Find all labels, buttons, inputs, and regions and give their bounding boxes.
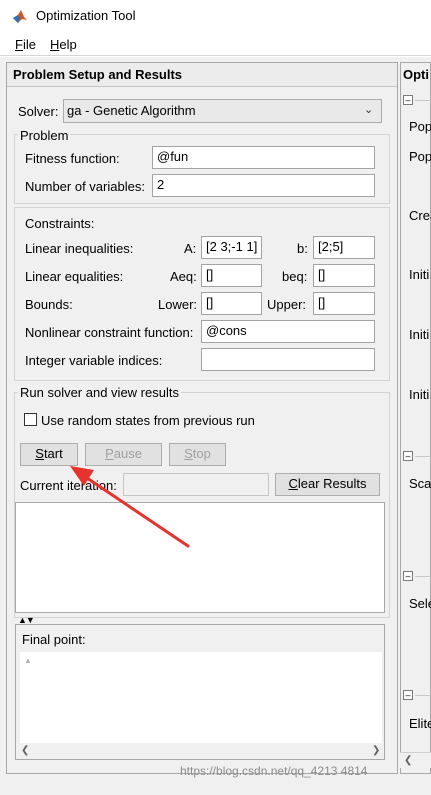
upper-field[interactable]: [] xyxy=(313,292,375,315)
status-output-area[interactable] xyxy=(15,502,385,613)
random-states-label: Use random states from previous run xyxy=(41,413,255,428)
final-point-label: Final point: xyxy=(22,632,86,647)
nvars-label: Number of variables: xyxy=(25,179,145,194)
lower-field[interactable]: [] xyxy=(201,292,262,315)
problem-group-title: Problem xyxy=(18,128,71,143)
collapse-icon[interactable]: – xyxy=(403,690,413,700)
option-label: Initi xyxy=(409,387,430,402)
section-divider xyxy=(415,456,431,457)
nonlinear-constraint-field[interactable]: @cons xyxy=(201,320,375,343)
chevron-down-icon[interactable]: ⌄ xyxy=(364,103,373,116)
final-point-scrollbar[interactable] xyxy=(17,743,383,758)
lower-label: Lower: xyxy=(158,297,198,312)
current-iteration-field xyxy=(123,473,269,496)
option-label: Pop xyxy=(409,149,431,164)
a-field[interactable]: [2 3;-1 1] xyxy=(201,236,262,259)
linear-inequalities-label: Linear inequalities: xyxy=(25,241,134,256)
solver-value: ga - Genetic Algorithm xyxy=(67,103,196,118)
option-label: Initi xyxy=(409,267,430,282)
integer-indices-field[interactable] xyxy=(201,348,375,371)
option-label: Sele xyxy=(409,596,431,611)
menu-file[interactable]: File xyxy=(15,37,36,52)
option-label: Scal xyxy=(409,476,431,491)
integer-indices-label: Integer variable indices: xyxy=(25,353,163,368)
stop-button[interactable]: Stop xyxy=(169,443,226,466)
scroll-left-icon[interactable]: ❮ xyxy=(21,745,29,756)
panel-title: Problem Setup and Results xyxy=(13,67,183,82)
options-panel-title: Opti xyxy=(403,67,429,82)
pause-button[interactable]: Pause xyxy=(85,443,162,466)
run-group-title: Run solver and view results xyxy=(18,385,181,400)
aeq-field[interactable]: [] xyxy=(201,264,262,287)
solver-label: Solver: xyxy=(18,104,59,119)
fitness-label: Fitness function: xyxy=(25,151,120,166)
scroll-right-icon[interactable]: ❯ xyxy=(372,745,380,756)
option-label: Elite xyxy=(409,716,431,731)
nvars-field[interactable]: 2 xyxy=(152,174,375,197)
section-divider xyxy=(415,100,431,101)
section-divider xyxy=(415,576,431,577)
options-panel xyxy=(400,62,431,774)
current-iteration-label: Current iteration: xyxy=(20,478,117,493)
nonlinear-constraint-label: Nonlinear constraint function: xyxy=(25,325,194,340)
sort-up-icon: ▲ xyxy=(24,656,32,665)
b-label: b: xyxy=(297,241,308,256)
option-label: Pop xyxy=(409,119,431,134)
constraints-title: Constraints: xyxy=(25,216,95,231)
a-label: A: xyxy=(184,241,197,256)
scroll-left-icon[interactable]: ❮ xyxy=(404,755,412,766)
upper-label: Upper: xyxy=(267,297,307,312)
option-label: Initi xyxy=(409,327,430,342)
clear-results-button[interactable]: Clear Results xyxy=(275,473,380,496)
collapse-icon[interactable]: – xyxy=(403,571,413,581)
watermark: https://blog.csdn.net/qq_4213 4814 xyxy=(180,764,368,778)
menu-help[interactable]: Help xyxy=(50,37,77,52)
start-button[interactable]: Start xyxy=(20,443,78,466)
b-field[interactable]: [2;5] xyxy=(313,236,375,259)
linear-equalities-label: Linear equalities: xyxy=(25,269,124,284)
final-point-table[interactable] xyxy=(20,652,382,744)
aeq-label: Aeq: xyxy=(170,269,197,284)
window-title: Optimization Tool xyxy=(36,8,136,23)
beq-field[interactable]: [] xyxy=(313,264,375,287)
option-label: Crea xyxy=(409,208,431,223)
random-states-checkbox[interactable] xyxy=(24,413,37,426)
matlab-icon xyxy=(13,10,27,23)
bounds-label: Bounds: xyxy=(25,297,73,312)
collapse-icon[interactable]: – xyxy=(403,451,413,461)
fitness-field[interactable]: @fun xyxy=(152,146,375,169)
section-divider xyxy=(415,695,431,696)
collapse-icon[interactable]: – xyxy=(403,95,413,105)
beq-label: beq: xyxy=(282,269,308,284)
